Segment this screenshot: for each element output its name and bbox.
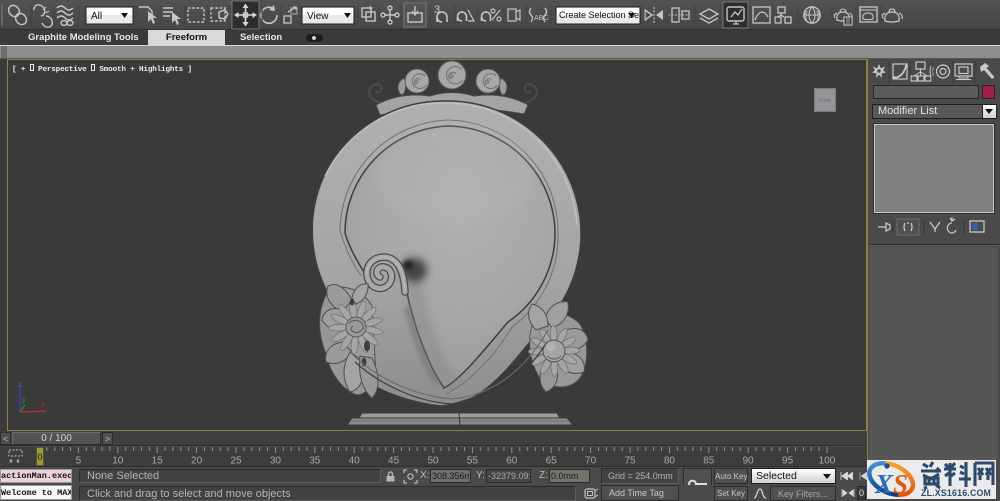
svg-text:y: y (22, 395, 26, 404)
svg-text:20: 20 (191, 456, 203, 467)
svg-text:55: 55 (467, 456, 479, 467)
svg-text:30: 30 (270, 456, 282, 467)
svg-text:10: 10 (112, 456, 124, 467)
svg-text:75: 75 (624, 456, 636, 467)
svg-text:80: 80 (664, 456, 676, 467)
svg-text:95: 95 (782, 456, 794, 467)
svg-text:85: 85 (703, 456, 715, 467)
svg-text:ZL.XS1616.COM: ZL.XS1616.COM (921, 488, 991, 498)
svg-text:5: 5 (76, 456, 82, 467)
svg-text:70: 70 (585, 456, 597, 467)
svg-text:100: 100 (819, 456, 836, 467)
svg-text:90: 90 (743, 456, 755, 467)
svg-text:40: 40 (349, 456, 361, 467)
svg-text:15: 15 (152, 456, 164, 467)
svg-text:65: 65 (546, 456, 558, 467)
svg-text:z: z (18, 380, 22, 389)
svg-text:x: x (41, 400, 45, 409)
svg-text:X: X (874, 469, 894, 499)
svg-text:35: 35 (309, 456, 321, 467)
svg-text:45: 45 (388, 456, 400, 467)
svg-text:S: S (893, 469, 908, 499)
svg-text:25: 25 (230, 456, 242, 467)
svg-text:View: View (307, 11, 329, 22)
svg-text:50: 50 (427, 456, 439, 467)
svg-text:Create Selection Se: Create Selection Se (559, 10, 639, 20)
svg-text:All: All (91, 11, 102, 22)
svg-text:ABC: ABC (534, 15, 548, 22)
svg-text:60: 60 (506, 456, 518, 467)
